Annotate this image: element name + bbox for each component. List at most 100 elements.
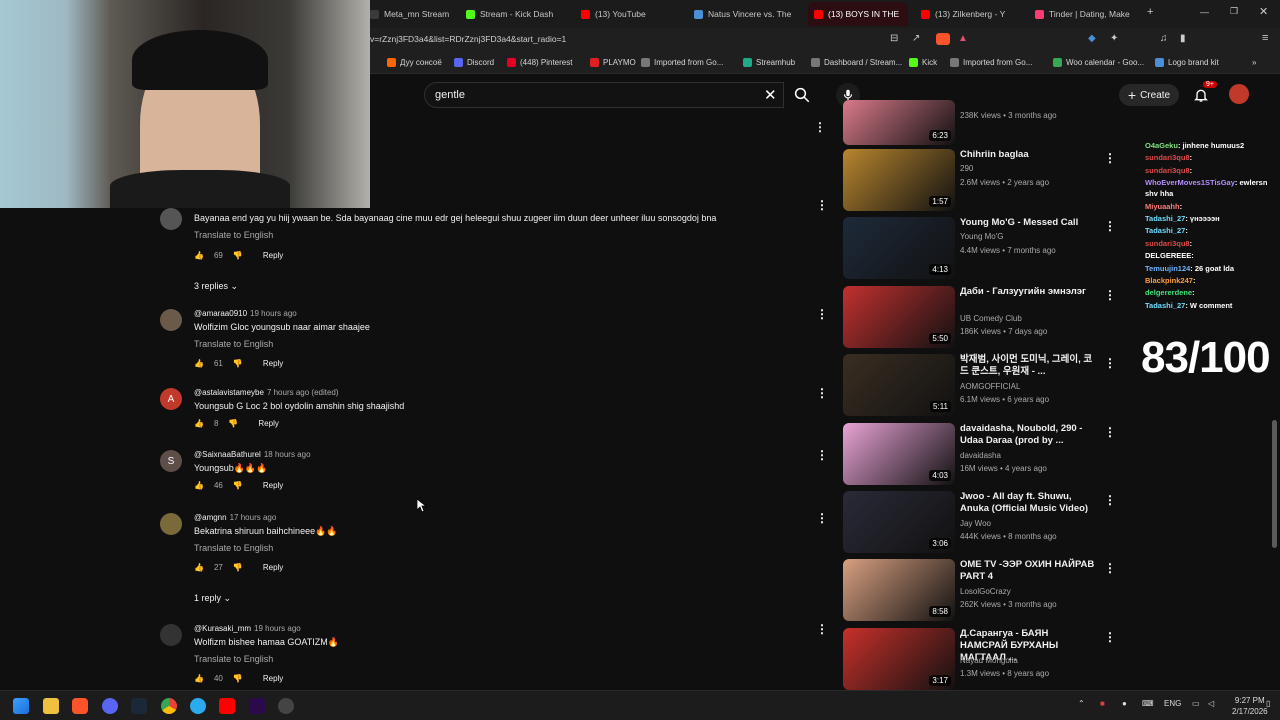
search-query[interactable]: gentle [435,89,465,101]
like-icon[interactable]: 👍 [194,251,204,260]
like-icon[interactable]: 👍 [194,359,204,368]
bookmarks-overflow-icon[interactable]: » [1252,58,1256,67]
video-thumbnail[interactable]: 5:11 [843,354,955,416]
channel-name[interactable]: LosolGoCrazy [960,587,1011,596]
close-window-icon[interactable]: ✕ [1259,5,1268,18]
rewards-icon[interactable]: ▲ [958,33,968,44]
translate-link[interactable]: Translate to English [194,654,273,664]
menu-icon[interactable]: ≡ [1262,32,1268,44]
video-thumbnail[interactable]: 1:57 [843,149,955,211]
tray-language[interactable]: ENG [1164,699,1181,708]
notification-center-icon[interactable]: ▯ [1266,699,1270,708]
new-tab-icon[interactable]: + [1147,6,1153,18]
recommended-video[interactable]: 3:17 Д.Сарангуа - БАЯН НАМСРАЙ БУРХАНЫ МА… [843,628,1123,692]
clear-search-icon[interactable]: ✕ [764,86,777,104]
video-more-options-icon[interactable]: ⋮ [1104,289,1116,301]
dislike-icon[interactable]: 👎 [233,481,243,490]
recommended-video[interactable]: 5:11 박재범, 사이먼 도미닉, 그레이, 코드 쿤스트, 우원재 - ...… [843,354,1123,418]
comment-author[interactable]: @amgnn 17 hours ago [194,513,276,522]
create-button[interactable]: + Create [1119,84,1179,106]
video-more-options-icon[interactable]: ⋮ [1104,631,1116,643]
video-thumbnail[interactable]: 6:23 [843,100,955,145]
adobe-illustrator-icon[interactable] [219,698,235,714]
like-icon[interactable]: 👍 [194,674,204,683]
share-icon[interactable]: ↗ [912,33,920,44]
search-input[interactable]: gentle ✕ [424,82,784,108]
premiere-pro-icon[interactable] [249,698,265,714]
channel-name[interactable]: UB Comedy Club [960,314,1022,323]
like-icon[interactable]: 👍 [194,563,204,572]
author-handle[interactable]: @amaraa0910 [194,309,247,318]
file-explorer-icon[interactable] [43,698,59,714]
video-thumbnail[interactable]: 5:50 [843,286,955,348]
bookmark-item[interactable]: Imported from Go... [950,58,1032,67]
dislike-icon[interactable]: 👎 [233,251,243,260]
recommended-video[interactable]: 8:58 OME TV -ЭЭР ОХИН НАЙРАВ PART 4 LosolG… [843,559,1123,623]
author-handle[interactable]: @amgnn [194,513,227,522]
translate-link[interactable]: Translate to English [194,543,273,553]
comment-time[interactable]: 19 hours ago [254,624,301,633]
translate-link[interactable]: Translate to English [194,339,273,349]
video-title[interactable]: Даби - Галзуугийн эмнэлэг [960,286,1095,298]
recommended-video[interactable]: 4:03 davaidasha, Noubold, 290 - Udaa Dara… [843,423,1123,487]
recommended-video[interactable]: 1:57 Chihriin baglaa 290 ⋮ 2.6M views • 2 ye… [843,149,1123,213]
tray-network-icon[interactable]: ▭ [1192,699,1200,708]
search-button[interactable] [786,82,818,108]
windows-start-icon[interactable] [13,698,29,714]
video-title[interactable]: 박재범, 사이먼 도미닉, 그레이, 코드 쿤스트, 우원재 - ... [960,354,1095,378]
comment-time[interactable]: 17 hours ago [230,513,277,522]
replies-toggle[interactable]: 3 replies ⌄ [194,281,238,292]
dislike-icon[interactable]: 👎 [233,359,243,368]
minimize-icon[interactable]: — [1200,7,1209,17]
video-thumbnail[interactable]: 8:58 [843,559,955,621]
dislike-icon[interactable]: 👎 [233,674,243,683]
browser-tab[interactable]: Natus Vincere vs. The [694,4,794,24]
bookmark-item[interactable]: Streamhub [743,58,795,67]
comment-more-options-icon[interactable]: ⋮ [816,308,828,320]
reply-button[interactable]: Reply [263,359,283,368]
channel-name[interactable]: 290 [960,164,973,173]
reply-button[interactable]: Reply [263,481,283,490]
video-more-options-icon[interactable]: ⋮ [1104,152,1116,164]
browser-tab[interactable]: Stream - Kick Dash [466,4,570,24]
browser-tab[interactable]: (13) Zilkenberg - Y [921,4,1021,24]
video-title[interactable]: OME TV -ЭЭР ОХИН НАЙРАВ PART 4 [960,559,1095,583]
bookmark-item[interactable]: Discord [454,58,494,67]
comment-time[interactable]: 19 hours ago [250,309,297,318]
notifications-bell-icon[interactable] [1193,87,1209,103]
video-title[interactable]: Young Mo'G - Messed Call [960,217,1095,229]
tray-chevron-icon[interactable]: ⌃ [1078,699,1085,708]
tray-app-icon[interactable]: ■ [1100,699,1105,708]
dislike-icon[interactable]: 👎 [228,419,238,428]
recommended-video[interactable]: 6:23 238K views • 3 months ago [843,100,1123,145]
video-title[interactable]: davaidasha, Noubold, 290 - Udaa Daraa (p… [960,423,1095,447]
bookmark-item[interactable]: Дуу сонсоё [387,58,442,67]
install-icon[interactable]: ⊟ [890,33,898,44]
tray-volume-icon[interactable]: ◁ [1208,699,1214,708]
steam-icon[interactable] [131,698,147,714]
video-more-options-icon[interactable]: ⋮ [1104,562,1116,574]
maximize-icon[interactable]: ❐ [1230,6,1238,17]
bookmark-item[interactable]: PLAYMO [590,58,636,67]
translate-link[interactable]: Translate to English [194,230,273,240]
reply-button[interactable]: Reply [258,419,278,428]
recommended-video[interactable]: 3:06 Jwoo - All day ft. Shuwu, Anuka (Off… [843,491,1123,555]
video-thumbnail[interactable]: 4:13 [843,217,955,279]
tray-mic-icon[interactable]: ● [1122,699,1127,708]
reply-button[interactable]: Reply [263,251,283,260]
video-more-options-icon[interactable]: ⋮ [1104,494,1116,506]
channel-name[interactable]: davaidasha [960,451,1001,460]
video-thumbnail[interactable]: 4:03 [843,423,955,485]
video-title[interactable]: Chihriin baglaa [960,149,1095,161]
channel-name[interactable]: Jay Woo [960,519,991,528]
browser-tab[interactable]: Meta_mn Stream [370,4,458,24]
comment-avatar[interactable] [160,309,182,331]
tray-keyboard-icon[interactable]: ⌨ [1142,699,1154,708]
channel-name[interactable]: Nayad Mongolia [960,656,1018,665]
bookmark-item[interactable]: Woo calendar - Goo... [1053,58,1144,67]
bookmark-item[interactable]: Dashboard / Stream... [811,58,902,67]
comment-more-options-icon[interactable]: ⋮ [816,199,828,211]
comment-more-options-icon[interactable]: ⋮ [816,449,828,461]
reply-button[interactable]: Reply [263,563,283,572]
comment-more-options-icon[interactable]: ⋮ [816,623,828,635]
